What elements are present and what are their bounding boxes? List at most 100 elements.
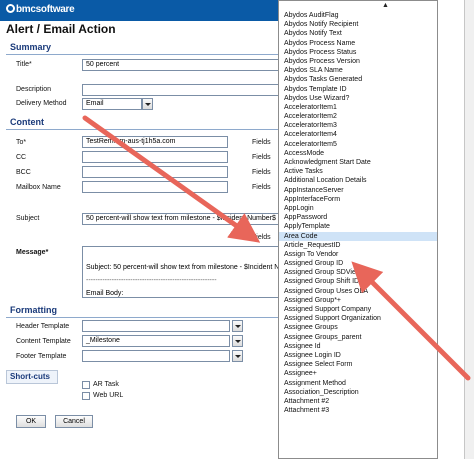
field-list-item[interactable]: Abydos Template ID xyxy=(279,85,437,94)
message-label: Message* xyxy=(16,249,49,256)
field-list-item[interactable]: Additional Location Details xyxy=(279,176,437,185)
field-list-item[interactable]: Assigned Support Organization xyxy=(279,314,437,323)
page-title: Alert / Email Action xyxy=(6,22,116,36)
field-list-item[interactable]: Assigned Group ID xyxy=(279,259,437,268)
field-picker-list[interactable]: Abydos AuditFlag Abydos Notify Recipient A… xyxy=(278,0,438,459)
delivery-method-label: Delivery Method xyxy=(16,100,67,107)
summary-divider xyxy=(6,54,278,55)
field-list-item[interactable]: Assigned Group*+ xyxy=(279,296,437,305)
message-textarea[interactable]: Subject: 50 percent-will show text from … xyxy=(82,246,280,298)
field-list-item[interactable]: Article_RequestID xyxy=(279,241,437,250)
field-list-item[interactable]: Attachment #3 xyxy=(279,406,437,415)
field-list-item[interactable]: Association_Description xyxy=(279,388,437,397)
footer-template-label: Footer Template xyxy=(16,353,67,360)
description-label: Description xyxy=(16,86,52,93)
content-template-dropdown-icon[interactable] xyxy=(232,335,243,347)
description-input[interactable] xyxy=(82,84,280,96)
field-list-item[interactable]: Assignee Select Form xyxy=(279,360,437,369)
delivery-method-select[interactable]: Email xyxy=(82,98,142,110)
field-list-item[interactable]: Abydos Notify Text xyxy=(279,29,437,38)
field-list-item[interactable]: AppPassword xyxy=(279,213,437,222)
to-input[interactable]: TestRem...m-aus-tj1h5a.com xyxy=(82,136,228,148)
cc-fields-link[interactable]: Fields xyxy=(252,154,271,161)
field-list-item[interactable]: Abydos Notify Recipient xyxy=(279,20,437,29)
to-label: To* xyxy=(16,139,27,146)
ok-button[interactable]: OK xyxy=(16,415,46,428)
field-list-item[interactable]: Assignment Method xyxy=(279,379,437,388)
footer-template-dropdown-icon[interactable] xyxy=(232,350,243,362)
content-template-label: Content Template xyxy=(16,338,71,345)
header-template-input[interactable] xyxy=(82,320,230,332)
field-list-item[interactable]: Acknowledgment Start Date xyxy=(279,158,437,167)
field-list-item[interactable]: Abydos Process Version xyxy=(279,57,437,66)
field-list-item[interactable]: ApplyTemplate xyxy=(279,222,437,231)
title-label: Title* xyxy=(16,61,32,68)
field-list-item[interactable]: AccessMode xyxy=(279,149,437,158)
bcc-input[interactable] xyxy=(82,166,228,178)
bcc-fields-link[interactable]: Fields xyxy=(252,169,271,176)
subject-input[interactable]: 50 percent-will show text from milestone… xyxy=(82,213,280,225)
field-list-item[interactable]: Abydos Use Wizard? xyxy=(279,94,437,103)
field-list-item[interactable]: AcceleratorItem1 xyxy=(279,103,437,112)
field-list-item[interactable]: AppLogin xyxy=(279,204,437,213)
header-template-dropdown-icon[interactable] xyxy=(232,320,243,332)
field-list-item[interactable]: AcceleratorItem5 xyxy=(279,140,437,149)
field-list-item[interactable]: Assign To Vendor xyxy=(279,250,437,259)
field-list-item[interactable]: Attachment #2 xyxy=(279,397,437,406)
field-list-item[interactable]: Assigned Group SDView xyxy=(279,268,437,277)
field-list-item[interactable]: AcceleratorItem3 xyxy=(279,121,437,130)
ar-task-checkbox[interactable] xyxy=(82,381,90,389)
field-list-item[interactable]: Abydos Tasks Generated xyxy=(279,75,437,84)
subject-label: Subject xyxy=(16,215,40,222)
section-shortcuts: Short-cuts xyxy=(10,372,50,381)
content-divider xyxy=(6,129,278,130)
field-list-item[interactable]: Assignee+ xyxy=(279,369,437,378)
message-line: ----------------------------------------… xyxy=(86,277,217,284)
mailbox-fields-link[interactable]: Fields xyxy=(252,184,271,191)
cc-input[interactable] xyxy=(82,151,228,163)
bcc-label: BCC xyxy=(16,169,31,176)
header-template-label: Header Template xyxy=(16,323,70,330)
footer-template-input[interactable] xyxy=(82,350,230,362)
field-list-item[interactable]: Assignee Id xyxy=(279,342,437,351)
formatting-divider xyxy=(6,317,278,318)
section-formatting: Formatting xyxy=(10,305,57,315)
message-line: Email Body: xyxy=(86,290,124,297)
field-list-item[interactable]: Assigned Support Company xyxy=(279,305,437,314)
bmc-logo-mark-icon xyxy=(6,4,15,13)
web-url-checkbox[interactable] xyxy=(82,392,90,400)
list-scroll-spacer xyxy=(279,1,437,11)
bmc-logo-text: bmcsoftware xyxy=(16,4,75,15)
field-list-item[interactable]: AcceleratorItem4 xyxy=(279,130,437,139)
field-list-item[interactable]: Assignee Login ID xyxy=(279,351,437,360)
web-url-label: Web URL xyxy=(93,392,124,399)
field-list-item[interactable]: Assigned Group Shift ID xyxy=(279,277,437,286)
message-line: Subject: 50 percent-will show text from … xyxy=(86,264,279,271)
content-template-input[interactable]: _Milestone xyxy=(82,335,230,347)
to-fields-link[interactable]: Fields xyxy=(252,139,271,146)
subject-fields-link[interactable]: Fields xyxy=(252,234,271,241)
field-list-item[interactable]: Assignee Groups_parent xyxy=(279,333,437,342)
field-list-item[interactable]: Abydos Process Status xyxy=(279,48,437,57)
page-scrollbar[interactable] xyxy=(464,0,474,459)
mailbox-name-input[interactable] xyxy=(82,181,228,193)
field-list-item[interactable]: AppInterfaceForm xyxy=(279,195,437,204)
cc-label: CC xyxy=(16,154,27,161)
scroll-up-icon[interactable]: ▲ xyxy=(382,2,389,9)
field-list-item[interactable]: Abydos SLA Name xyxy=(279,66,437,75)
section-summary: Summary xyxy=(10,42,52,52)
cancel-button[interactable]: Cancel xyxy=(55,415,93,428)
bmc-logo: bmcsoftware xyxy=(6,4,75,15)
field-list-item[interactable]: AppInstanceServer xyxy=(279,186,437,195)
field-list-item[interactable]: Abydos AuditFlag xyxy=(279,11,437,20)
ar-task-label: AR Task xyxy=(93,381,119,388)
delivery-method-dropdown-icon[interactable] xyxy=(142,98,153,110)
field-list-item[interactable]: Area Code xyxy=(279,231,437,241)
field-list-item[interactable]: Assignee Groups xyxy=(279,323,437,332)
field-list-item[interactable]: Active Tasks xyxy=(279,167,437,176)
section-content: Content xyxy=(10,117,44,127)
field-list-item[interactable]: Assigned Group Uses OLA xyxy=(279,287,437,296)
field-list-item[interactable]: Abydos Process Name xyxy=(279,39,437,48)
title-input[interactable]: 50 percent xyxy=(82,59,280,71)
field-list-item[interactable]: AcceleratorItem2 xyxy=(279,112,437,121)
